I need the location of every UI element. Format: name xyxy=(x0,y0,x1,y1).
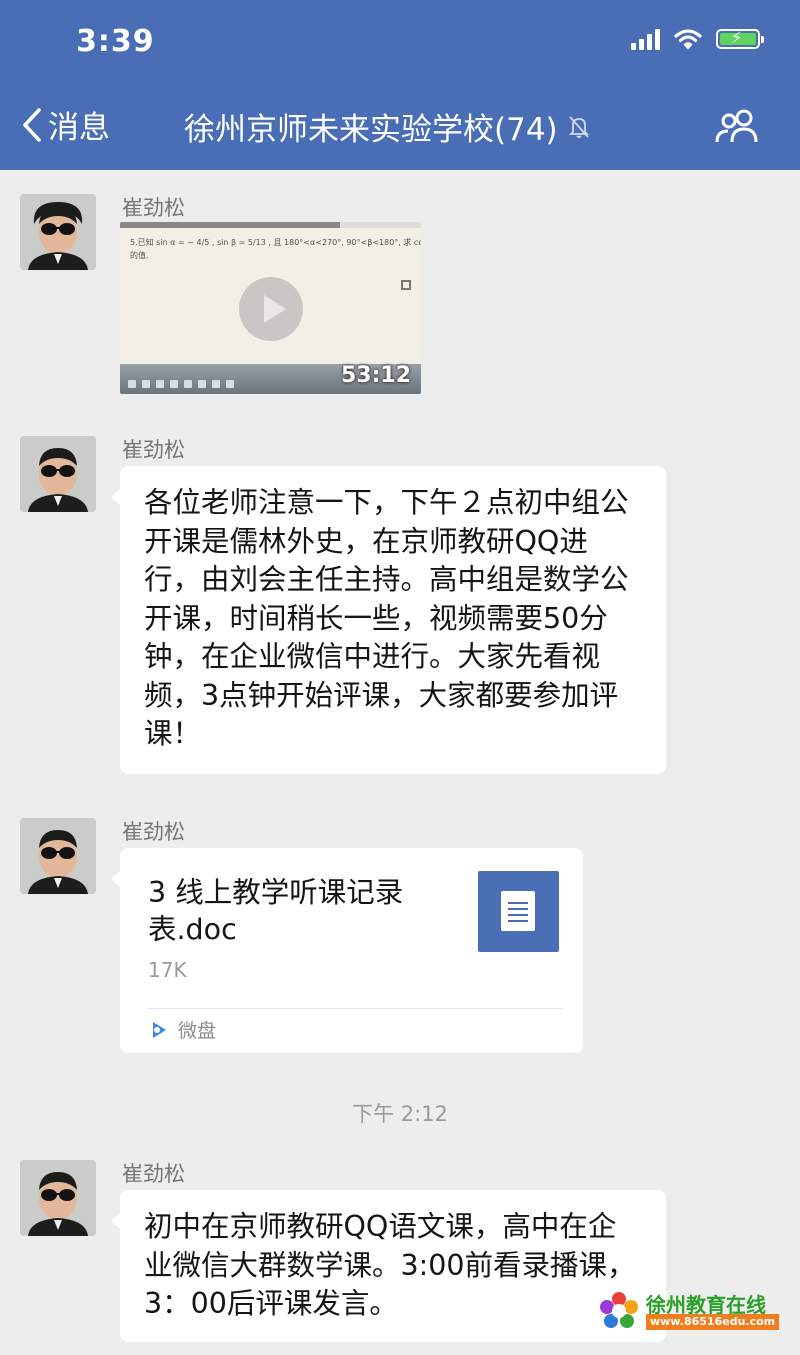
weipan-icon xyxy=(153,1021,166,1038)
sender-name: 崔劲松 xyxy=(122,1162,185,1186)
nav-bar: 消息 徐州京师未来实验学校(74) xyxy=(0,96,800,156)
video-duration: 53:12 xyxy=(340,363,411,388)
status-icons: ⚡ xyxy=(631,28,764,50)
file-source-label: 微盘 xyxy=(178,1020,217,1042)
back-label: 消息 xyxy=(48,110,110,146)
mute-bell-icon xyxy=(568,115,589,138)
document-icon xyxy=(478,871,559,952)
avatar[interactable] xyxy=(20,818,96,894)
avatar[interactable] xyxy=(20,436,96,512)
signal-icon xyxy=(631,28,660,50)
group-members-icon[interactable] xyxy=(714,108,762,144)
chat-title-text: 徐州京师未来实验学校(74) xyxy=(184,112,558,148)
file-attachment[interactable]: 3 线上教学听课记录表.doc 17K 微盘 xyxy=(111,848,583,1053)
battery-icon: ⚡ xyxy=(716,28,764,49)
status-time: 3:39 xyxy=(76,24,155,59)
chat-title: 徐州京师未来实验学校(74) xyxy=(184,104,590,149)
play-icon[interactable] xyxy=(239,277,303,341)
chevron-left-icon xyxy=(23,107,41,142)
chat-header: 3:39 ⚡ 消息 徐州京师未来实验学校(74) xyxy=(0,0,800,170)
message-bubble[interactable]: 各位老师注意一下，下午２点初中组公开课是儒林外史，在京师教研QQ进行，由刘会主任… xyxy=(111,466,666,774)
wifi-icon xyxy=(674,29,702,50)
divider xyxy=(148,1008,563,1009)
file-size: 17K xyxy=(148,958,187,982)
avatar[interactable] xyxy=(20,194,96,270)
flower-logo-icon xyxy=(600,1292,638,1328)
timestamp: 下午 2:12 xyxy=(352,1102,448,1126)
watermark-url: www.86516edu.com xyxy=(646,1314,780,1330)
file-name: 3 线上教学听课记录表.doc xyxy=(148,876,404,946)
avatar[interactable] xyxy=(20,1160,96,1236)
video-thumbnail[interactable]: 5.已知 sin α = − 4/5 , sin β = 5/13 , 且 18… xyxy=(120,222,421,394)
file-source: 微盘 xyxy=(148,1016,216,1043)
video-frame-content: 5.已知 sin α = − 4/5 , sin β = 5/13 , 且 18… xyxy=(130,238,421,260)
message-bubble[interactable]: 初中在京师教研QQ语文课，高中在企业微信大群数学课。3:00前看录播课，3：00… xyxy=(111,1190,666,1342)
back-button[interactable]: 消息 xyxy=(22,102,110,147)
sender-name: 崔劲松 xyxy=(122,438,185,462)
sender-name: 崔劲松 xyxy=(122,196,185,220)
sender-name: 崔劲松 xyxy=(122,820,185,844)
watermark-logo: 徐州教育在线 www.86516edu.com xyxy=(598,1289,780,1333)
